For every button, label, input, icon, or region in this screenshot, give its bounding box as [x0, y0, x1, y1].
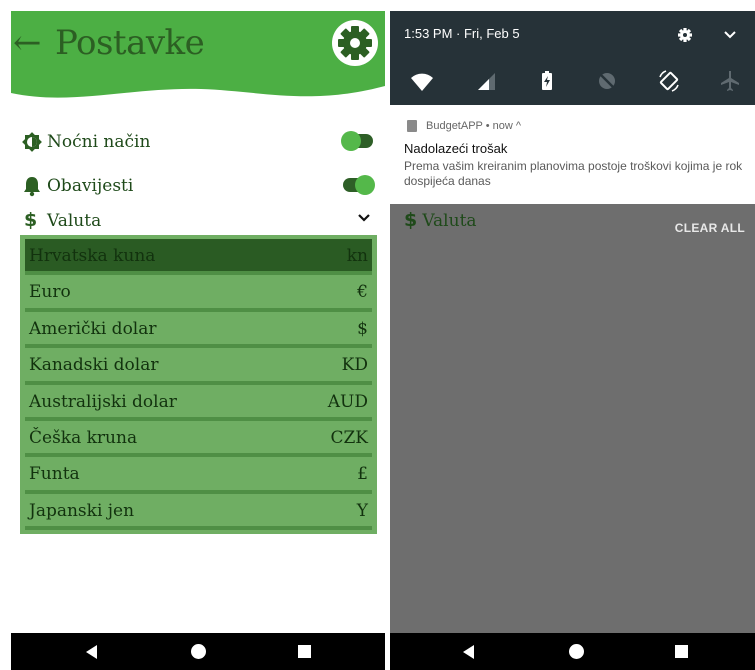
currency-name: Euro — [29, 282, 71, 303]
signal-icon[interactable] — [475, 69, 499, 93]
settings-gear-icon[interactable] — [331, 19, 379, 67]
system-navbar — [11, 633, 385, 670]
currency-symbol: $ — [357, 318, 368, 339]
toggle-knob — [341, 131, 361, 151]
currency-option-hrk[interactable]: Hrvatska kuna kn — [25, 239, 372, 276]
home-icon[interactable] — [191, 644, 206, 659]
dollar-icon: $ — [404, 209, 418, 231]
currency-dropdown-list: Hrvatska kuna kn Euro € Američki dolar $… — [20, 235, 377, 534]
currency-name: Češka kruna — [29, 427, 138, 448]
currency-symbol: Y — [356, 500, 368, 521]
recents-icon[interactable] — [298, 645, 311, 658]
auto-sync-off-icon[interactable] — [595, 69, 619, 93]
notification-screen: 1:53 PM · Fri, Feb 5 BudgetAPP • now ^ N… — [390, 11, 755, 670]
currency-symbol: kn — [346, 246, 368, 266]
battery-charging-icon[interactable] — [535, 69, 559, 93]
currency-symbol: KD — [341, 355, 368, 376]
dollar-icon: $ — [24, 209, 38, 231]
app-icon — [407, 120, 417, 132]
system-navbar — [390, 633, 755, 670]
settings-screen: ← Postavke Noćni način Obavijesti $ Valu… — [11, 11, 385, 670]
night-mode-toggle[interactable] — [341, 131, 373, 151]
chevron-down-icon[interactable] — [357, 211, 371, 225]
background-currency-label: Valuta — [422, 211, 477, 231]
notification-card[interactable]: BudgetAPP • now ^ Nadolazeći trošak Prem… — [390, 105, 755, 204]
currency-option-czk[interactable]: Češka kruna CZK — [25, 421, 372, 458]
currency-option-eur[interactable]: Euro € — [25, 275, 372, 312]
currency-option-cad[interactable]: Kanadski dolar KD — [25, 348, 372, 385]
back-icon[interactable] — [463, 645, 474, 659]
page-title: Postavke — [55, 23, 205, 63]
settings-gear-icon[interactable] — [677, 27, 693, 43]
back-arrow-icon[interactable]: ← — [13, 23, 42, 63]
currency-option-usd[interactable]: Američki dolar $ — [25, 312, 372, 349]
currency-name: Američki dolar — [29, 318, 157, 339]
airplane-mode-icon[interactable] — [718, 69, 742, 93]
currency-option-jpy[interactable]: Japanski jen Y — [25, 494, 372, 531]
currency-name: Australijski dolar — [29, 391, 177, 412]
currency-option-gbp[interactable]: Funta £ — [25, 457, 372, 494]
currency-symbol: £ — [357, 464, 368, 485]
night-mode-label: Noćni način — [47, 132, 151, 152]
notifications-toggle[interactable] — [343, 175, 375, 195]
clear-all-button[interactable]: CLEAR ALL — [675, 221, 745, 235]
bell-icon — [24, 177, 40, 197]
currency-name: Japanski jen — [29, 500, 135, 521]
currency-name: Kanadski dolar — [29, 355, 159, 376]
currency-symbol: AUD — [327, 391, 368, 412]
background-currency-row: $ Valuta — [404, 209, 477, 231]
quick-settings-shade: 1:53 PM · Fri, Feb 5 — [390, 11, 755, 105]
notification-app-line: BudgetAPP • now ^ — [426, 120, 522, 132]
currency-option-aud[interactable]: Australijski dolar AUD — [25, 385, 372, 421]
notification-title: Nadolazeći trošak — [404, 141, 508, 156]
currency-row[interactable]: $ Valuta — [21, 207, 377, 235]
currency-name: Hrvatska kuna — [29, 246, 156, 266]
notification-text: Prema vašim kreiranim planovima postoje … — [404, 159, 743, 188]
night-mode-row[interactable]: Noćni način — [21, 128, 377, 156]
recents-icon[interactable] — [675, 645, 688, 658]
currency-name: Funta — [29, 464, 80, 485]
wifi-icon[interactable] — [410, 69, 434, 93]
currency-symbol: CZK — [330, 427, 368, 448]
currency-symbol: € — [357, 282, 368, 303]
expand-chevron-icon[interactable] — [724, 30, 736, 40]
app-header: ← Postavke — [11, 11, 385, 111]
notifications-label: Obavijesti — [47, 176, 134, 196]
home-icon[interactable] — [569, 644, 584, 659]
brightness-icon — [22, 132, 42, 152]
notifications-row[interactable]: Obavijesti — [21, 172, 377, 200]
toggle-knob — [355, 175, 375, 195]
auto-rotate-icon[interactable] — [657, 69, 681, 93]
back-icon[interactable] — [86, 645, 97, 659]
status-time: 1:53 PM · Fri, Feb 5 — [404, 26, 520, 41]
currency-label: Valuta — [47, 211, 102, 231]
